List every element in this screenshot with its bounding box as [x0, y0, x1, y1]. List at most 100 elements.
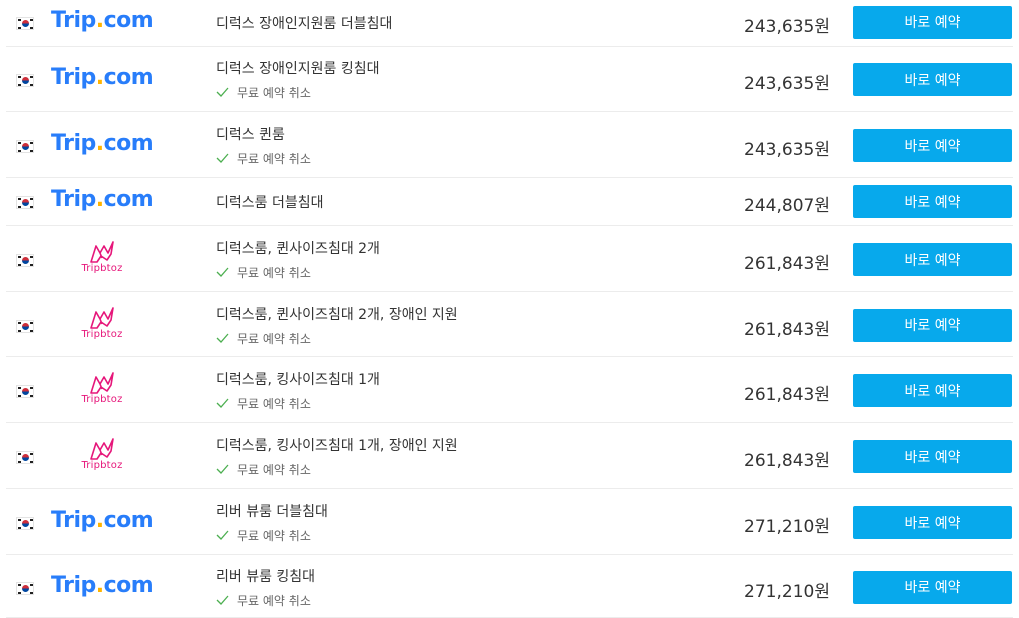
- check-icon: [216, 398, 229, 408]
- offer-row: Trip.com 리버 뷰룸 더블침대 무료 예약 취소 271,210원 바로 예약: [6, 489, 1013, 555]
- tripcom-logo: Trip.com: [51, 572, 154, 598]
- tripbtoz-logo-text: Tripbtoz: [81, 263, 123, 274]
- free-cancellation: 무료 예약 취소: [216, 330, 311, 347]
- tripcom-logo: Trip.com: [51, 508, 154, 533]
- logo-text-part: com: [103, 572, 154, 598]
- tripbtoz-logo-text: Tripbtoz: [81, 328, 123, 340]
- book-now-button[interactable]: 바로 예약: [853, 440, 1012, 473]
- free-cancellation-label: 무료 예약 취소: [237, 86, 311, 100]
- book-now-button[interactable]: 바로 예약: [853, 308, 1012, 342]
- price: 244,807원: [744, 196, 830, 216]
- south-korea-flag-icon: [16, 385, 34, 398]
- room-name: 디럭스룸, 퀸사이즈침대 2개, 장애인 지원: [216, 306, 458, 323]
- logo-text-part: Trip: [51, 65, 96, 90]
- room-name: 리버 뷰룸 킹침대: [216, 568, 316, 585]
- offer-row: Trip.com 리버 뷰룸 킹침대무료 예약 취소 271,210원 바로 예약: [6, 555, 1013, 618]
- price: 261,843원: [744, 254, 830, 274]
- free-cancellation-label: 무료 예약 취소: [237, 463, 311, 477]
- tripbtoz-fox-icon: [90, 372, 114, 394]
- free-cancellation: 무료 예약 취소: [216, 395, 311, 412]
- tripbtoz-logo-text: Tripbtoz: [81, 394, 123, 405]
- tripbtoz-logo: Tripbtoz: [74, 306, 130, 340]
- logo-dot: .: [95, 65, 104, 90]
- tripbtoz-logo-text: Tripbtoz: [81, 460, 123, 471]
- price: 243,635원: [744, 16, 830, 37]
- check-icon: [216, 595, 229, 605]
- free-cancellation-label: 무료 예약 취소: [237, 266, 311, 280]
- tripcom-logo: Trip.com: [51, 65, 154, 90]
- tripbtoz-logo: Tripbtoz: [74, 371, 130, 405]
- tripcom-logo: Trip.com: [51, 187, 154, 212]
- book-now-button[interactable]: 바로 예약: [853, 243, 1012, 276]
- room-name: 디럭스 장애인지원룸 킹침대: [216, 61, 380, 77]
- tripbtoz-logo: Tripbtoz: [74, 437, 130, 471]
- room-name: 디럭스 퀸룸: [216, 127, 285, 143]
- price: 243,635원: [744, 140, 830, 160]
- free-cancellation-label: 무료 예약 취소: [237, 397, 311, 411]
- logo-dot: .: [95, 508, 104, 533]
- price: 261,843원: [744, 385, 830, 405]
- logo-dot: .: [95, 7, 104, 33]
- free-cancellation: 무료 예약 취소: [216, 592, 311, 609]
- south-korea-flag-icon: [16, 254, 34, 267]
- book-now-button[interactable]: 바로 예약: [853, 5, 1012, 39]
- check-icon: [216, 530, 229, 540]
- offer-row: Tripbtoz 디럭스룸, 킹사이즈침대 1개, 장애인 지원 무료 예약 취소 2…: [6, 423, 1013, 489]
- room-name: 디럭스룸 더블침대: [216, 195, 324, 211]
- logo-text-part: Trip: [51, 7, 96, 33]
- free-cancellation-label: 무료 예약 취소: [237, 331, 311, 346]
- south-korea-flag-icon: [16, 319, 34, 333]
- logo-text-part: Trip: [51, 508, 96, 533]
- free-cancellation: 무료 예약 취소: [216, 150, 311, 167]
- tripcom-logo: Trip.com: [51, 131, 154, 156]
- logo-dot: .: [95, 131, 104, 156]
- south-korea-flag-icon: [16, 74, 34, 87]
- free-cancellation: 무료 예약 취소: [216, 84, 311, 101]
- book-now-button[interactable]: 바로 예약: [853, 63, 1012, 96]
- price: 261,843원: [744, 319, 830, 340]
- price: 243,635원: [744, 74, 830, 94]
- check-icon: [216, 464, 229, 474]
- logo-text-part: Trip: [51, 187, 96, 212]
- logo-text-part: Trip: [51, 572, 96, 598]
- room-name: 디럭스 장애인지원룸 더블침대: [216, 15, 393, 32]
- book-now-button[interactable]: 바로 예약: [853, 506, 1012, 539]
- check-icon: [216, 153, 229, 163]
- logo-text-part: com: [103, 7, 154, 33]
- tripbtoz-fox-icon: [90, 241, 114, 263]
- logo-dot: .: [95, 572, 104, 598]
- south-korea-flag-icon: [16, 581, 34, 595]
- south-korea-flag-icon: [16, 517, 34, 530]
- offer-row: Trip.com 디럭스 퀸룸무료 예약 취소 243,635원 바로 예약: [6, 112, 1013, 178]
- offer-row: Tripbtoz 디럭스룸, 퀸사이즈침대 2개, 장애인 지원무료 예약 취소 2…: [6, 292, 1013, 357]
- logo-text-part: com: [103, 131, 154, 156]
- logo-text-part: com: [103, 187, 154, 212]
- offer-row: Trip.com 디럭스 장애인지원룸 더블침대 243,635원 바로 예약: [6, 0, 1013, 47]
- check-icon: [216, 267, 229, 277]
- price: 261,843원: [744, 451, 830, 471]
- room-name: 리버 뷰룸 더블침대: [216, 504, 328, 520]
- book-now-button[interactable]: 바로 예약: [853, 374, 1012, 407]
- free-cancellation-label: 무료 예약 취소: [237, 529, 311, 543]
- offer-row: Trip.com 디럭스 장애인지원룸 킹침대무료 예약 취소 243,635원 바로…: [6, 46, 1013, 112]
- south-korea-flag-icon: [16, 196, 34, 209]
- logo-text-part: Trip: [51, 131, 96, 156]
- logo-text-part: com: [103, 508, 154, 533]
- book-now-button[interactable]: 바로 예약: [853, 129, 1012, 162]
- free-cancellation-label: 무료 예약 취소: [237, 152, 311, 166]
- logo-text-part: com: [103, 65, 154, 90]
- tripbtoz-fox-icon: [90, 438, 114, 460]
- tripbtoz-logo: Tripbtoz: [74, 240, 130, 274]
- tripbtoz-fox-icon: [90, 306, 114, 329]
- room-name: 디럭스룸, 퀸사이즈침대 2개: [216, 241, 380, 257]
- room-name: 디럭스룸, 킹사이즈침대 1개: [216, 372, 380, 388]
- south-korea-flag-icon: [16, 16, 34, 30]
- offer-row: Trip.com 디럭스룸 더블침대 244,807원 바로 예약: [6, 178, 1013, 226]
- book-now-button[interactable]: 바로 예약: [853, 570, 1012, 604]
- check-icon: [216, 87, 229, 97]
- book-now-button[interactable]: 바로 예약: [853, 185, 1012, 218]
- free-cancellation: 무료 예약 취소: [216, 264, 311, 281]
- free-cancellation: 무료 예약 취소: [216, 461, 311, 478]
- tripcom-logo: Trip.com: [51, 7, 154, 33]
- price: 271,210원: [744, 581, 830, 602]
